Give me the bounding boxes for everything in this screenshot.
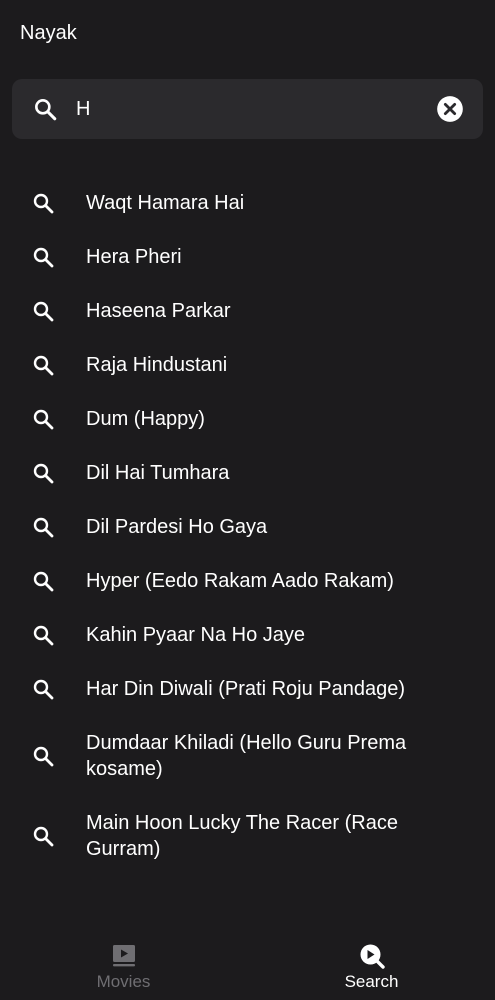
search-icon: [33, 517, 54, 538]
suggestion-list: Waqt Hamara Hai Hera Pheri Haseena Parka…: [0, 176, 495, 876]
search-input[interactable]: [76, 93, 416, 125]
tab-search[interactable]: Search: [248, 928, 495, 1000]
list-item[interactable]: Raja Hindustani: [0, 338, 495, 392]
list-item[interactable]: Hera Pheri: [0, 230, 495, 284]
tab-movies-label: Movies: [96, 972, 151, 991]
tab-search-label: Search: [344, 972, 399, 991]
list-item[interactable]: Hyper (Eedo Rakam Aado Rakam): [0, 554, 495, 608]
suggestion-label: Dumdaar Khiladi (Hello Guru Prema kosame…: [86, 732, 407, 780]
suggestion-label: Waqt Hamara Hai: [86, 192, 245, 214]
list-item[interactable]: Dil Pardesi Ho Gaya: [0, 500, 495, 554]
movies-icon: [112, 945, 135, 967]
list-item[interactable]: Dumdaar Khiladi (Hello Guru Prema kosame…: [0, 716, 495, 796]
search-icon: [33, 571, 54, 592]
search-icon: [33, 746, 54, 767]
search-icon: [33, 679, 54, 700]
suggestion-label: Hyper (Eedo Rakam Aado Rakam): [86, 570, 394, 592]
suggestion-label: Dum (Happy): [86, 408, 205, 430]
search-icon: [33, 247, 54, 268]
search-icon: [33, 301, 54, 322]
suggestion-label: Kahin Pyaar Na Ho Jaye: [86, 624, 306, 646]
list-item[interactable]: Dil Hai Tumhara: [0, 446, 495, 500]
search-icon: [33, 463, 54, 484]
search-tab-icon: [360, 944, 385, 969]
list-item[interactable]: Main Hoon Lucky The Racer (Race Gurram): [0, 796, 495, 876]
list-item[interactable]: Waqt Hamara Hai: [0, 176, 495, 230]
suggestion-label: Main Hoon Lucky The Racer (Race Gurram): [86, 812, 398, 860]
search-icon: [33, 193, 54, 214]
tab-movies[interactable]: Movies: [0, 928, 247, 1000]
suggestion-label: Raja Hindustani: [86, 354, 228, 376]
search-icon: [33, 826, 54, 847]
suggestion-label: Haseena Parkar: [86, 300, 231, 322]
suggestion-label: Hera Pheri: [86, 246, 182, 268]
page-title: Nayak: [20, 22, 77, 44]
search-icon: [35, 99, 57, 121]
search-bar[interactable]: [12, 79, 483, 139]
search-icon: [33, 409, 54, 430]
suggestion-label: Dil Hai Tumhara: [86, 462, 230, 484]
suggestion-label: Har Din Diwali (Prati Roju Pandage): [86, 678, 406, 700]
bottom-nav: Movies Search: [0, 928, 495, 1000]
clear-icon[interactable]: [436, 95, 464, 123]
list-item[interactable]: Kahin Pyaar Na Ho Jaye: [0, 608, 495, 662]
search-icon: [33, 625, 54, 646]
list-item[interactable]: Dum (Happy): [0, 392, 495, 446]
list-item[interactable]: Har Din Diwali (Prati Roju Pandage): [0, 662, 495, 716]
search-icon: [33, 355, 54, 376]
list-item[interactable]: Haseena Parkar: [0, 284, 495, 338]
suggestion-label: Dil Pardesi Ho Gaya: [86, 516, 268, 538]
